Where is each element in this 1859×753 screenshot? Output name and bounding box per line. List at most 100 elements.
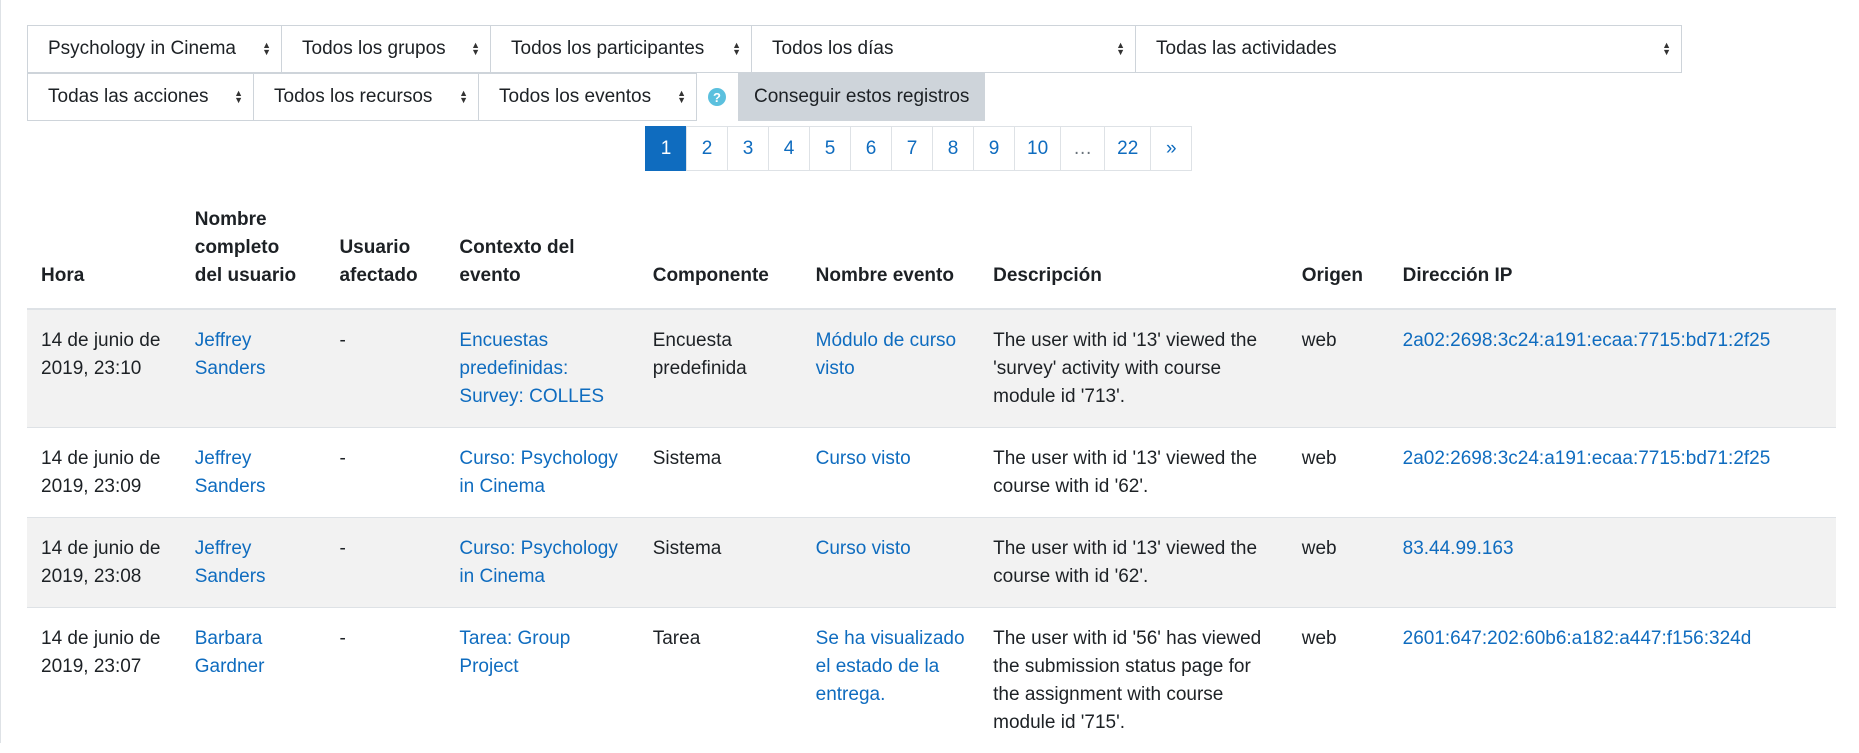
cell-affected: - (325, 428, 445, 518)
cell-context: Curso: Psychology in Cinema (445, 428, 638, 518)
page-link[interactable]: 6 (850, 126, 892, 171)
context-link[interactable]: Encuestas predefinidas: Survey: COLLES (459, 330, 604, 407)
participant-select[interactable]: Todos los participantes ▲▼ (490, 25, 752, 73)
page-link[interactable]: 22 (1104, 126, 1151, 171)
cell-component: Encuesta predefinida (639, 309, 802, 428)
cell-ip: 2601:647:202:60b6:a182:a447:f156:324d (1389, 608, 1836, 753)
column-header: Usuario afectado (325, 192, 445, 309)
cell-origin: web (1288, 428, 1389, 518)
cell-time: 14 de junio de 2019, 23:09 (27, 428, 181, 518)
cell-origin: web (1288, 518, 1389, 608)
cell-event: Curso visto (802, 518, 979, 608)
column-header: Componente (639, 192, 802, 309)
context-link[interactable]: Curso: Psychology in Cinema (459, 538, 617, 587)
page-link[interactable]: 7 (891, 126, 933, 171)
question-circle-icon[interactable]: ? (708, 88, 726, 106)
cell-context: Encuestas predefinidas: Survey: COLLES (445, 309, 638, 428)
sort-arrows-icon: ▲▼ (1662, 42, 1671, 56)
cell-user: Jeffrey Sanders (181, 518, 326, 608)
filter-row-1: Psychology in Cinema▲▼ Todos los grupos ▲▼… (27, 25, 1681, 73)
page-link[interactable]: 10 (1014, 126, 1061, 171)
event-link[interactable]: Módulo de curso visto (816, 330, 956, 379)
sort-arrows-icon: ▲▼ (459, 90, 468, 104)
event-link[interactable]: Curso visto (816, 538, 911, 559)
cell-user: Barbara Gardner (181, 608, 326, 753)
select-value: Todos los grupos (302, 38, 446, 60)
cell-event: Se ha visualizado el estado de la entreg… (802, 608, 979, 753)
page-link[interactable]: 9 (973, 126, 1015, 171)
cell-description: The user with id '13' viewed the course … (979, 428, 1288, 518)
table-row: 14 de junio de 2019, 23:07 Barbara Gardne… (27, 608, 1836, 753)
filter-row-2: Todas las acciones ▲▼ Todos los recursos ▲▼… (27, 73, 1681, 121)
table-header-row: HoraNombre completo del usuarioUsuario a… (27, 192, 1836, 309)
cell-ip: 2a02:2698:3c24:a191:ecaa:7715:bd71:2f25 (1389, 309, 1836, 428)
activity-select[interactable]: Todas las actividades▲▼ (1135, 25, 1682, 73)
page-link[interactable]: 8 (932, 126, 974, 171)
course-select[interactable]: Psychology in Cinema▲▼ (27, 25, 282, 73)
context-link[interactable]: Tarea: Group Project (459, 628, 570, 677)
select-value: Todas las acciones (48, 86, 209, 108)
sort-arrows-icon: ▲▼ (471, 42, 480, 56)
ip-link[interactable]: 83.44.99.163 (1403, 538, 1514, 559)
next-page-link[interactable]: » (1150, 126, 1192, 171)
sort-arrows-icon: ▲▼ (262, 42, 271, 56)
ip-link[interactable]: 2a02:2698:3c24:a191:ecaa:7715:bd71:2f25 (1403, 330, 1771, 351)
context-link[interactable]: Curso: Psychology in Cinema (459, 448, 617, 497)
cell-context: Curso: Psychology in Cinema (445, 518, 638, 608)
sort-arrows-icon: ▲▼ (1116, 42, 1125, 56)
get-logs-button[interactable]: Conseguir estos registros (738, 73, 985, 121)
table-row: 14 de junio de 2019, 23:10 Jeffrey Sander… (27, 309, 1836, 428)
left-border (0, 0, 1, 743)
event-link[interactable]: Curso visto (816, 448, 911, 469)
cell-ip: 2a02:2698:3c24:a191:ecaa:7715:bd71:2f25 (1389, 428, 1836, 518)
column-header: Origen (1288, 192, 1389, 309)
page-link[interactable]: 4 (768, 126, 810, 171)
resource-select[interactable]: Todos los recursos ▲▼ (253, 73, 479, 121)
event-select[interactable]: Todos los eventos ▲▼ (478, 73, 697, 121)
cell-component: Sistema (639, 428, 802, 518)
cell-ip: 83.44.99.163 (1389, 518, 1836, 608)
user-link[interactable]: Jeffrey Sanders (195, 538, 266, 587)
cell-affected: - (325, 309, 445, 428)
cell-affected: - (325, 608, 445, 753)
cell-origin: web (1288, 309, 1389, 428)
pagination-ellipsis: … (1060, 126, 1105, 171)
cell-component: Sistema (639, 518, 802, 608)
cell-description: The user with id '13' viewed the course … (979, 518, 1288, 608)
group-select[interactable]: Todos los grupos ▲▼ (281, 25, 491, 73)
logs-table: HoraNombre completo del usuarioUsuario a… (27, 192, 1836, 753)
action-select[interactable]: Todas las acciones ▲▼ (27, 73, 254, 121)
user-link[interactable]: Jeffrey Sanders (195, 448, 266, 497)
user-link[interactable]: Jeffrey Sanders (195, 330, 266, 379)
cell-description: The user with id '13' viewed the 'survey… (979, 309, 1288, 428)
event-link[interactable]: Se ha visualizado el estado de la entreg… (816, 628, 965, 705)
page-link[interactable]: 1 (645, 126, 687, 171)
cell-affected: - (325, 518, 445, 608)
cell-description: The user with id '56' has viewed the sub… (979, 608, 1288, 753)
sort-arrows-icon: ▲▼ (677, 90, 686, 104)
cell-user: Jeffrey Sanders (181, 428, 326, 518)
select-value: Todos los recursos (274, 86, 432, 108)
cell-event: Módulo de curso visto (802, 309, 979, 428)
cell-time: 14 de junio de 2019, 23:10 (27, 309, 181, 428)
table-row: 14 de junio de 2019, 23:09 Jeffrey Sander… (27, 428, 1836, 518)
pagination: 12345678910…22» (646, 126, 1192, 171)
sort-arrows-icon: ▲▼ (732, 42, 741, 56)
table-row: 14 de junio de 2019, 23:08Jeffrey Sander… (27, 518, 1836, 608)
sort-arrows-icon: ▲▼ (234, 90, 243, 104)
user-link[interactable]: Barbara Gardner (195, 628, 265, 677)
page-link[interactable]: 2 (686, 126, 728, 171)
ip-link[interactable]: 2a02:2698:3c24:a191:ecaa:7715:bd71:2f25 (1403, 448, 1771, 469)
log-filters: Psychology in Cinema▲▼ Todos los grupos ▲▼… (27, 25, 1681, 121)
page-link[interactable]: 3 (727, 126, 769, 171)
cell-user: Jeffrey Sanders (181, 309, 326, 428)
column-header: Dirección IP (1389, 192, 1836, 309)
column-header: Nombre evento (802, 192, 979, 309)
cell-event: Curso visto (802, 428, 979, 518)
select-value: Todos los eventos (499, 86, 651, 108)
date-select[interactable]: Todos los días▲▼ (751, 25, 1136, 73)
page-link[interactable]: 5 (809, 126, 851, 171)
select-value: Todos los participantes (511, 38, 704, 60)
ip-link[interactable]: 2601:647:202:60b6:a182:a447:f156:324d (1403, 628, 1752, 649)
cell-time: 14 de junio de 2019, 23:07 (27, 608, 181, 753)
